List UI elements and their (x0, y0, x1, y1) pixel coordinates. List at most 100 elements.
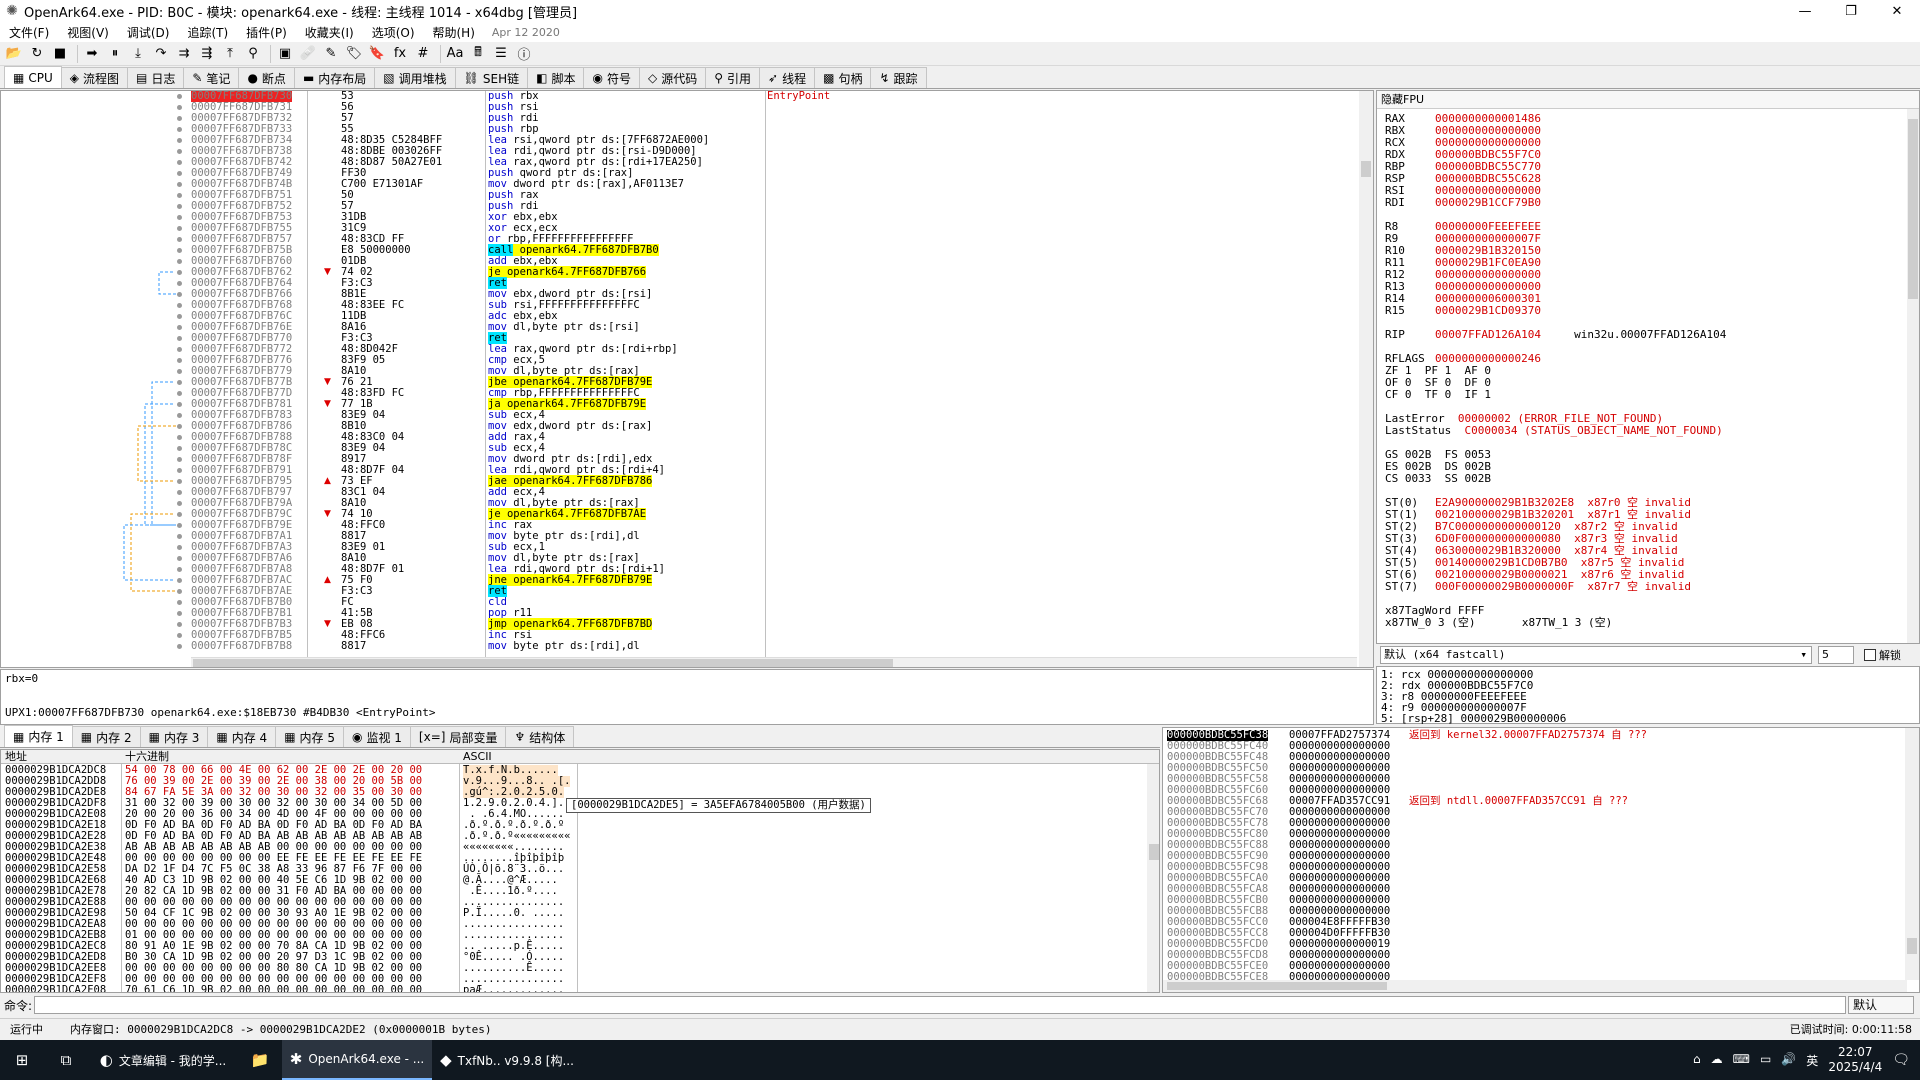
maximize-button[interactable]: ❐ (1828, 0, 1874, 22)
trace-over-button[interactable]: ⇶ (197, 44, 217, 64)
pause-button[interactable]: ⏸ (105, 44, 125, 64)
register-row[interactable]: RDI 0000029B1CCF79B0 (1385, 197, 1541, 209)
breakpoint-dot[interactable] (177, 600, 182, 605)
menu-help[interactable]: 帮助(H) (424, 24, 484, 41)
breakpoint-dot[interactable] (177, 358, 182, 363)
memory-dump-view[interactable]: 地址 十六进制 ASCII 0000029B1DCA2DC8 54 00 78 0… (0, 749, 1160, 993)
disassembly-view[interactable]: 00007FF687DFB730 00007FF687DFB731 00007FF6… (0, 90, 1374, 668)
function-button[interactable]: fx (390, 44, 410, 64)
breakpoint-dot[interactable] (177, 402, 182, 407)
minimize-button[interactable]: — (1782, 0, 1828, 22)
breakpoint-dot[interactable] (177, 336, 182, 341)
breakpoint-dot[interactable] (177, 138, 182, 143)
keyboard-icon[interactable]: ⌨ (1733, 1052, 1750, 1069)
menu-trace[interactable]: 追踪(T) (178, 24, 237, 41)
dump-vscrollbar[interactable] (1147, 764, 1159, 992)
tab-locals[interactable]: [x=] 局部变量 (409, 726, 507, 747)
breakpoint-dot[interactable] (177, 556, 182, 561)
menu-debug[interactable]: 调试(D) (118, 24, 179, 41)
open-button[interactable]: 📂 (4, 44, 24, 64)
disassembly-vscrollbar[interactable] (1359, 91, 1373, 667)
menu-favourites[interactable]: 收藏夹(I) (296, 24, 363, 41)
breakpoint-dot[interactable] (177, 248, 182, 253)
execute-till-return-button[interactable]: ⤒ (220, 44, 240, 64)
tab-dump-2[interactable]: ▦ 内存 2 (71, 726, 141, 747)
segment-row[interactable]: CS 0033 SS 002B (1385, 473, 1491, 485)
disassembly-hscrollbar[interactable] (191, 657, 1357, 667)
log-button[interactable]: ☰ (491, 44, 511, 64)
breakpoint-dot[interactable] (177, 171, 182, 176)
breakpoint-dot[interactable] (177, 567, 182, 572)
breakpoint-dot[interactable] (177, 446, 182, 451)
breakpoint-dot[interactable] (177, 314, 182, 319)
bookmark-button[interactable]: 🔖 (367, 44, 387, 64)
breakpoint-dot[interactable] (177, 116, 182, 121)
about-button[interactable]: ⓘ (514, 44, 534, 64)
breakpoint-dot[interactable] (177, 127, 182, 132)
tab-breakpoints[interactable]: ● 断点 (238, 67, 295, 88)
trace-into-button[interactable]: ⇉ (174, 44, 194, 64)
registers-scrollbar[interactable] (1907, 109, 1919, 643)
tab-seh[interactable]: ⛓ SEH链 (454, 67, 529, 88)
tab-threads[interactable]: ➶ 线程 (759, 67, 816, 88)
tab-cpu[interactable]: ▦ CPU (4, 66, 62, 88)
network-icon[interactable]: ▭ (1760, 1052, 1771, 1069)
onedrive-icon[interactable]: ☁ (1711, 1052, 1723, 1069)
breakpoint-dot[interactable] (177, 457, 182, 462)
arguments-view[interactable]: 1: rcx 0000000000000000 2: rdx 000000BDBC… (1376, 666, 1920, 725)
tab-references[interactable]: ⚲ 引用 (705, 67, 761, 88)
breakpoint-dot[interactable] (177, 182, 182, 187)
unlock-checkbox[interactable]: 解锁 (1864, 647, 1901, 663)
up-arrow-icon[interactable]: ⌂ (1693, 1052, 1701, 1069)
menu-options[interactable]: 选项(O) (363, 24, 424, 41)
start-button[interactable]: ⊞ (0, 1040, 44, 1080)
menu-plugins[interactable]: 插件(P) (237, 24, 296, 41)
breakpoint-dot[interactable] (177, 325, 182, 330)
breakpoint-dot[interactable] (177, 490, 182, 495)
hide-fpu-toggle[interactable]: 隐藏FPU (1377, 91, 1919, 109)
tab-handles[interactable]: ▩ 句柄 (814, 67, 872, 88)
breakpoint-dot[interactable] (177, 292, 182, 297)
tab-dump-4[interactable]: ▦ 内存 4 (207, 726, 277, 747)
stack-vscrollbar[interactable] (1905, 728, 1919, 980)
breakpoint-dot[interactable] (177, 380, 182, 385)
breakpoint-dot[interactable] (177, 622, 182, 627)
breakpoint-dot[interactable] (177, 270, 182, 275)
tab-notes[interactable]: ✎ 笔记 (183, 67, 240, 88)
breakpoint-dot[interactable] (177, 424, 182, 429)
breakpoint-dot[interactable] (177, 226, 182, 231)
ime-icon[interactable]: 英 (1806, 1052, 1818, 1069)
label-button[interactable]: 🏷 (344, 44, 364, 64)
stop-button[interactable]: ■ (50, 44, 70, 64)
taskbar-explorer[interactable]: 📁 (238, 1040, 282, 1080)
volume-icon[interactable]: 🔊 (1781, 1052, 1796, 1069)
step-over-button[interactable]: ↷ (151, 44, 171, 64)
run-button[interactable]: ➡ (82, 44, 102, 64)
registers-view[interactable]: 隐藏FPU RAX 0000000000001486 RBX 000000000000… (1376, 90, 1920, 644)
clock[interactable]: 22:07 2025/4/4 (1828, 1045, 1882, 1075)
tab-log[interactable]: ▤ 日志 (127, 67, 185, 88)
breakpoint-dot[interactable] (177, 435, 182, 440)
taskbar-txfnb[interactable]: ◆ TxfNb.. v9.9.8 [构... (432, 1040, 582, 1080)
breakpoint-dot[interactable] (177, 347, 182, 352)
breakpoint-dot[interactable] (177, 523, 182, 528)
breakpoint-dot[interactable] (177, 303, 182, 308)
register-row[interactable]: R15 0000029B1CD09370 (1385, 305, 1541, 317)
tab-call-stack[interactable]: ▧ 调用堆栈 (374, 67, 456, 88)
flags-row[interactable]: CF 0 TF 0 IF 1 (1385, 389, 1491, 401)
run-to-user-code-button[interactable]: ⚲ (243, 44, 263, 64)
breakpoint-dot[interactable] (177, 413, 182, 418)
tab-script[interactable]: ◧ 脚本 (527, 67, 585, 88)
menu-file[interactable]: 文件(F) (0, 24, 58, 41)
breakpoint-dot[interactable] (177, 468, 182, 473)
breakpoint-dot[interactable] (177, 391, 182, 396)
breakpoint-dot[interactable] (177, 633, 182, 638)
breakpoint-dot[interactable] (177, 545, 182, 550)
breakpoint-dot[interactable] (177, 611, 182, 616)
menu-view[interactable]: 视图(V) (58, 24, 118, 41)
command-mode-select[interactable]: 默认 (1848, 996, 1914, 1014)
breakpoint-dot[interactable] (177, 259, 182, 264)
font-button[interactable]: Aa (445, 44, 465, 64)
breakpoint-dot[interactable] (177, 105, 182, 110)
breakpoint-dot[interactable] (177, 237, 182, 242)
